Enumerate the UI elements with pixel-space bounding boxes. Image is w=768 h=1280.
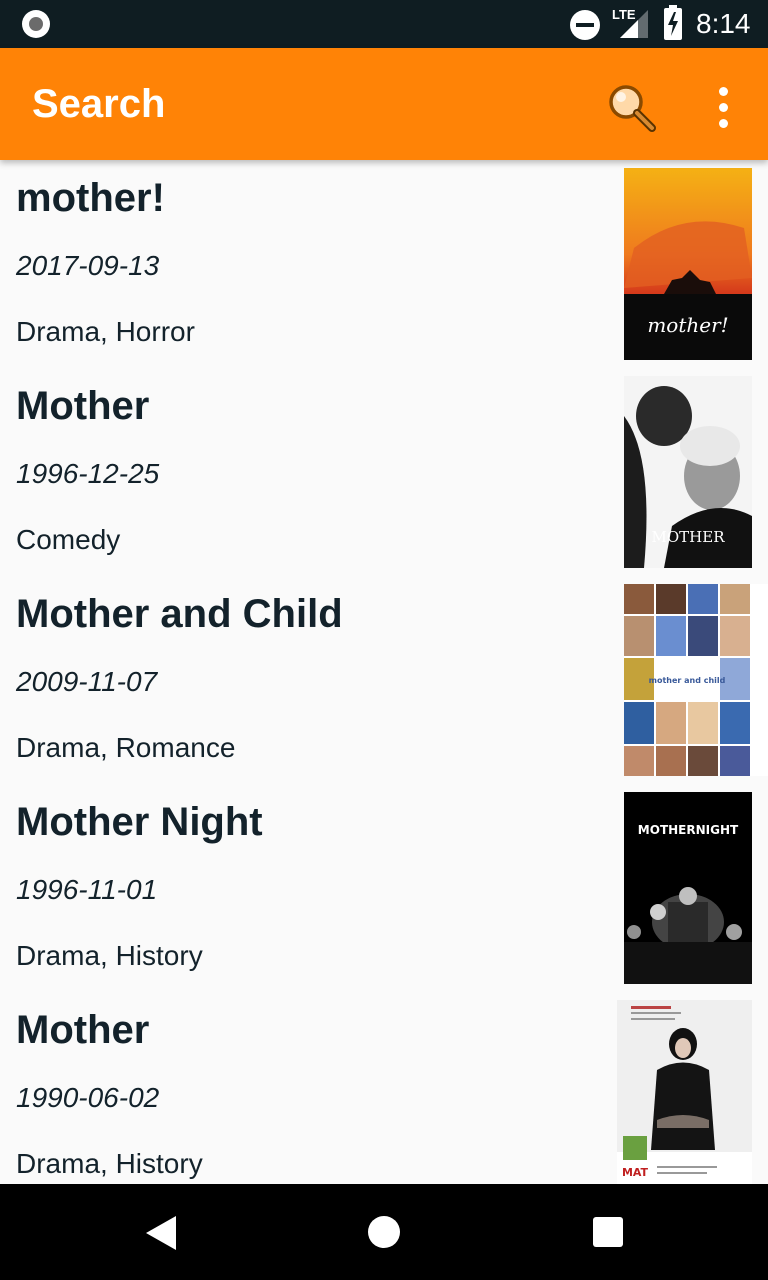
page-title: Search bbox=[32, 82, 166, 126]
movie-poster: MOTHERNIGHT bbox=[624, 792, 752, 984]
status-bar: LTE 8:14 bbox=[0, 0, 768, 48]
movie-release-date: 1990-06-02 bbox=[16, 1082, 160, 1113]
movie-genres: Drama, History bbox=[16, 940, 203, 971]
movie-release-date: 1996-11-01 bbox=[16, 874, 158, 905]
movie-list-item[interactable]: Mother 1996-12-25 Comedy MOTHER bbox=[0, 368, 768, 576]
home-icon[interactable] bbox=[368, 1216, 400, 1248]
search-results-list[interactable]: mother! 2017-09-13 Drama, Horror mother!… bbox=[0, 160, 768, 1184]
movie-genres: Drama, Horror bbox=[16, 316, 195, 347]
signal-icon bbox=[620, 10, 648, 38]
poster-text: mother! bbox=[647, 313, 728, 337]
more-vert-icon-dot bbox=[719, 119, 728, 128]
movie-genres: Drama, History bbox=[16, 1148, 203, 1179]
movie-poster: MOTHER bbox=[624, 376, 752, 568]
back-icon[interactable] bbox=[146, 1216, 178, 1250]
system-navigation-bar bbox=[0, 1184, 768, 1280]
movie-list-item[interactable]: Mother Night 1996-11-01 Drama, History M… bbox=[0, 784, 768, 992]
movie-title: Mother Night bbox=[16, 800, 263, 844]
poster-text: MOTHERNIGHT bbox=[638, 823, 739, 837]
more-vert-icon-dot bbox=[719, 103, 728, 112]
movie-title: Mother and Child bbox=[16, 592, 343, 636]
movie-title: Mother bbox=[16, 384, 150, 428]
movie-release-date: 2017-09-13 bbox=[16, 250, 160, 281]
movie-release-date: 1996-12-25 bbox=[16, 458, 160, 489]
more-options-button[interactable] bbox=[700, 78, 748, 138]
movie-release-date: 2009-11-07 bbox=[16, 666, 158, 697]
movie-poster: mother! bbox=[624, 168, 752, 360]
more-vert-icon bbox=[719, 87, 728, 96]
status-time: 8:14 bbox=[696, 8, 751, 39]
movie-title: mother! bbox=[16, 176, 165, 220]
movie-poster: mother and child bbox=[624, 584, 768, 776]
movie-list-item[interactable]: mother! 2017-09-13 Drama, Horror mother! bbox=[0, 160, 768, 368]
recents-icon[interactable] bbox=[593, 1217, 623, 1247]
movie-poster: MAT bbox=[617, 1000, 752, 1184]
search-icon[interactable] bbox=[600, 76, 664, 140]
notification-dot-icon bbox=[22, 10, 50, 38]
movie-list-item[interactable]: Mother 1990-06-02 Drama, History MAT bbox=[0, 992, 768, 1184]
movie-genres: Comedy bbox=[16, 524, 121, 555]
do-not-disturb-icon bbox=[570, 10, 600, 40]
poster-text: MAT bbox=[622, 1166, 649, 1179]
poster-text: mother and child bbox=[649, 676, 726, 685]
battery-charging-icon bbox=[664, 5, 682, 40]
app-bar: Search bbox=[0, 48, 768, 160]
movie-title: Mother bbox=[16, 1008, 150, 1052]
movie-list-item[interactable]: Mother and Child 2009-11-07 Drama, Roman… bbox=[0, 576, 768, 784]
poster-text: MOTHER bbox=[652, 528, 726, 546]
movie-genres: Drama, Romance bbox=[16, 732, 236, 763]
